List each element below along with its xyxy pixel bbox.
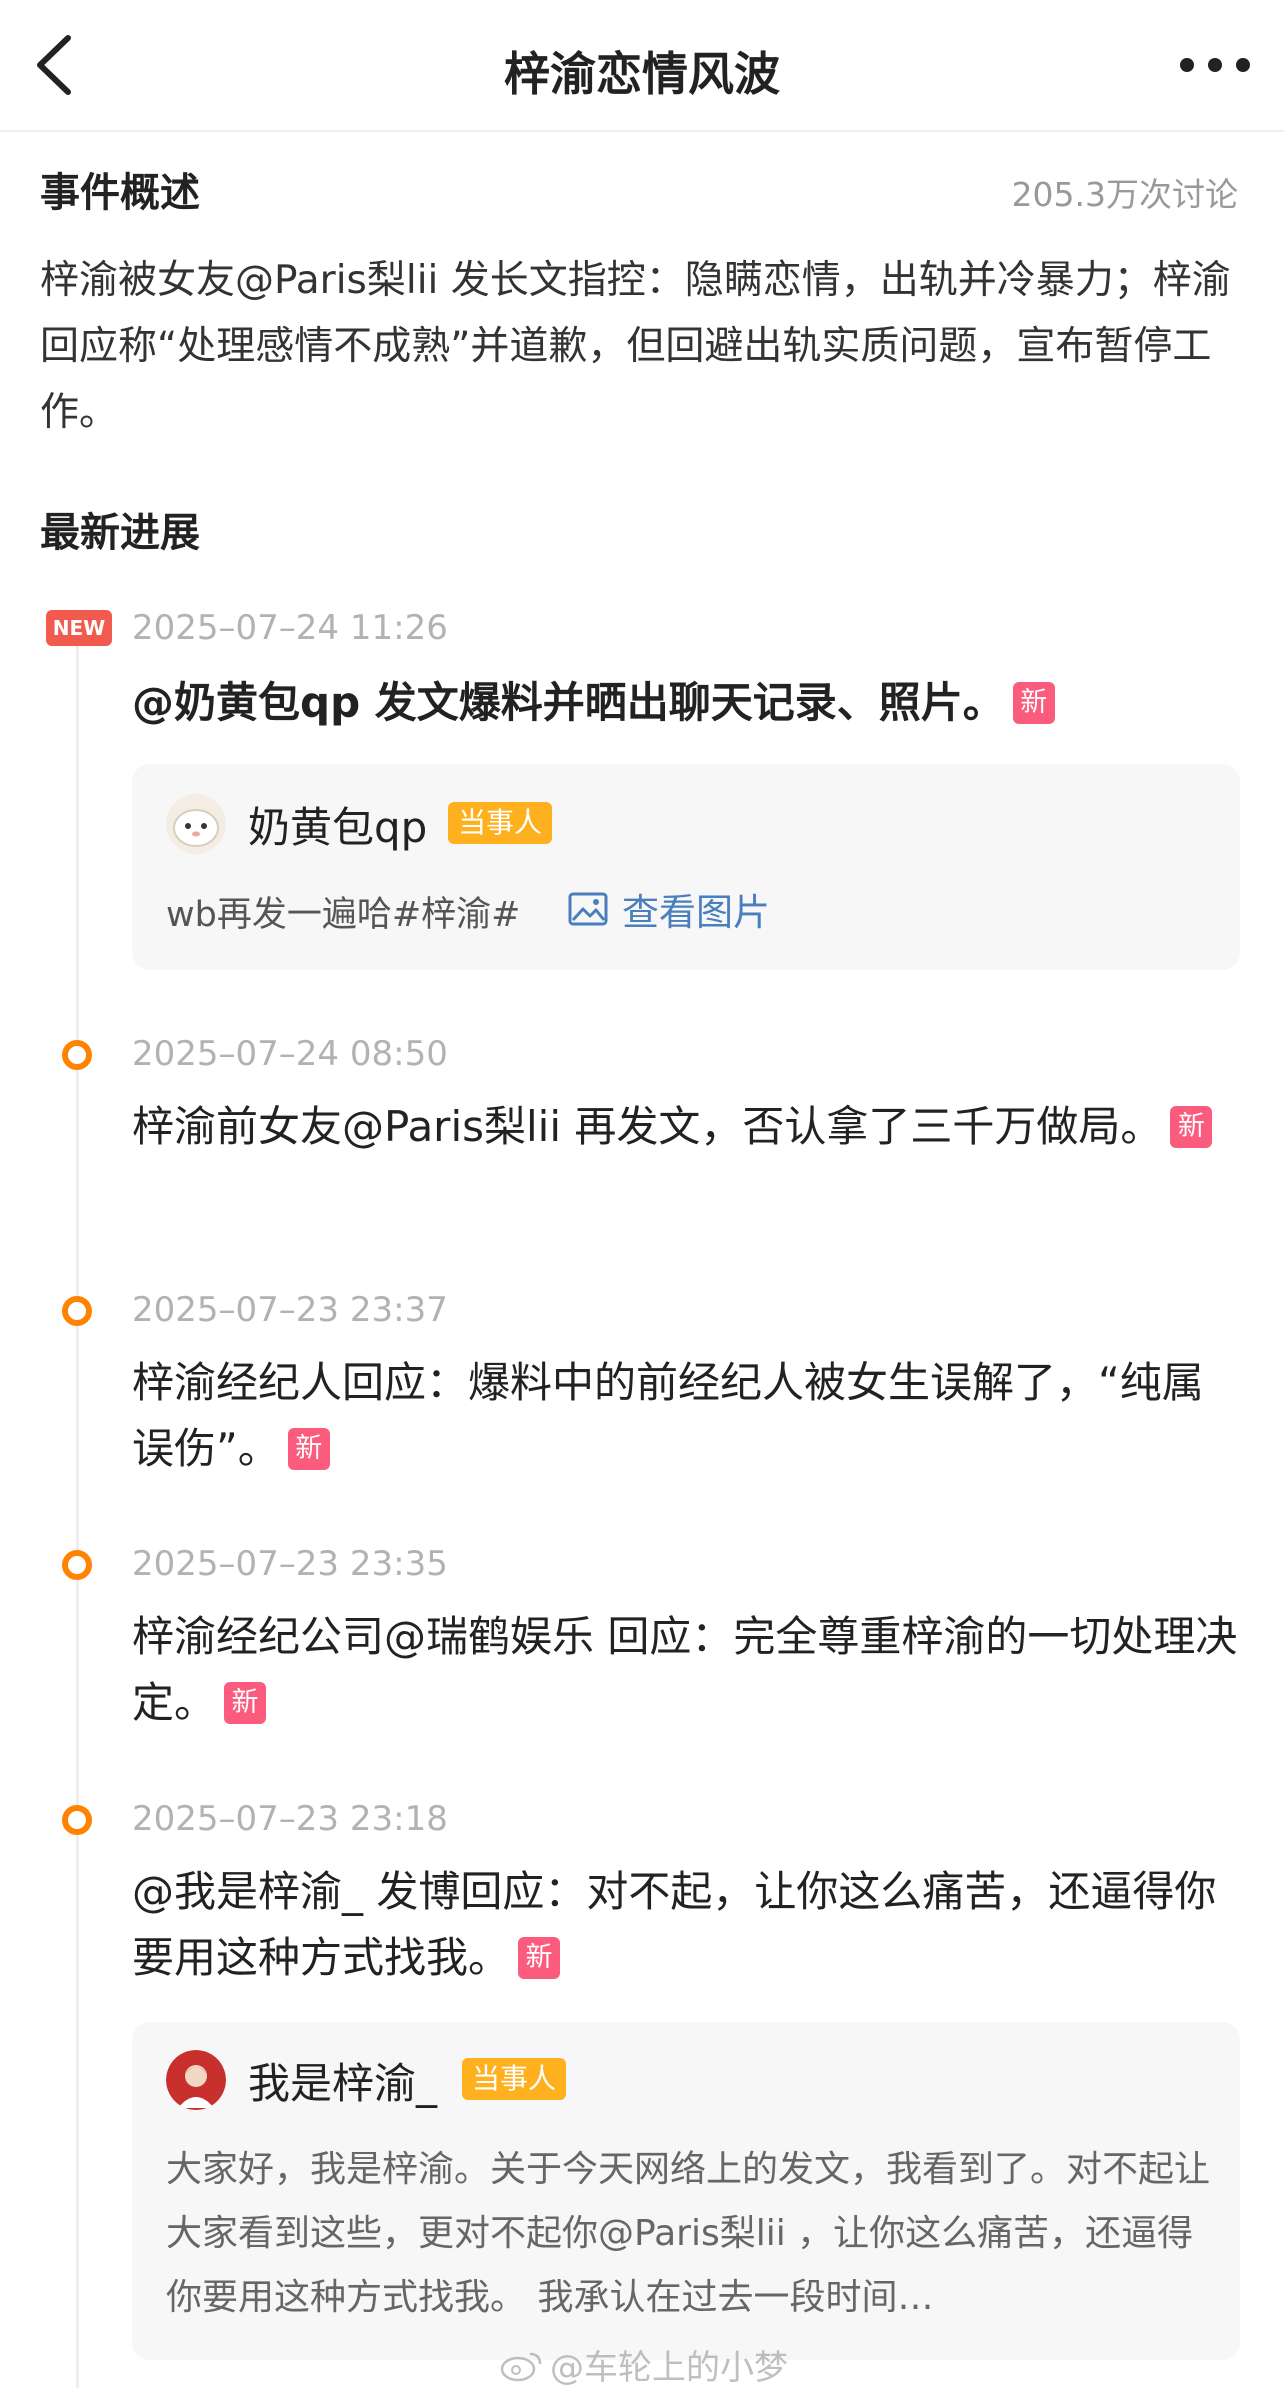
new-tag: 新 (224, 1682, 267, 1724)
entry-text-content: 梓渝前女友@Paris梨lii 再发文，否认拿了三千万做局。 (132, 1102, 1163, 1151)
more-icon[interactable] (1180, 52, 1250, 78)
timeline-line (76, 640, 79, 2388)
summary-text: 梓渝被女友@Paris梨lii 发长文指控：隐瞒恋情，出轨并冷暴力；梓渝回应称“… (40, 258, 1231, 435)
nav-bar: 梓渝恋情风波 (0, 0, 1284, 132)
new-tag: 新 (518, 1937, 561, 1979)
entry-text[interactable]: @我是梓渝_ 发博回应：对不起，让你这么痛苦，还逼得你要用这种方式找我。新 (132, 1859, 1242, 1991)
watermark: @车轮上的小梦 (500, 2340, 788, 2388)
entry-text-content: @我是梓渝_ 发博回应：对不起，让你这么痛苦，还逼得你要用这种方式找我。 (132, 1867, 1217, 1982)
entry-timestamp: 2025–07–23 23:18 (132, 1799, 448, 1839)
timeline-dot (62, 1296, 92, 1326)
entry-timestamp: 2025–07–24 08:50 (132, 1034, 448, 1074)
new-tag: 新 (1170, 1106, 1213, 1148)
weibo-card[interactable]: 奶黄包qp 当事人 wb再发一遍哈#梓渝# 查看图片 (132, 764, 1240, 970)
image-icon (568, 892, 608, 926)
card-text[interactable]: 大家好，我是梓渝。关于今天网络上的发文，我看到了。对不起让大家看到这些，更对不起… (166, 2138, 1216, 2330)
entry-text[interactable]: 梓渝经纪公司@瑞鹤娱乐 回应：完全尊重梓渝的一切处理决定。新 (132, 1604, 1242, 1736)
entry-text[interactable]: 梓渝经纪人回应：爆料中的前经纪人被女生误解了，“纯属误伤”。新 (132, 1350, 1242, 1482)
avatar[interactable] (166, 794, 226, 854)
watermark-text: @车轮上的小梦 (550, 2348, 788, 2388)
entry-timestamp: 2025–07–24 11:26 (132, 608, 448, 648)
card-text: wb再发一遍哈#梓渝# (166, 895, 521, 935)
progress-heading: 最新进展 (40, 510, 200, 556)
avatar[interactable] (166, 2050, 226, 2110)
entry-text-content: @奶黄包qp 发文爆料并晒出聊天记录、照片。 (132, 678, 1005, 727)
weibo-logo-icon (500, 2352, 542, 2381)
entry-text[interactable]: 梓渝前女友@Paris梨lii 再发文，否认拿了三千万做局。新 (132, 1094, 1242, 1160)
card-author-name[interactable]: 我是梓渝_ (248, 2050, 437, 2111)
timeline-dot (62, 1805, 92, 1835)
new-tag: 新 (1012, 682, 1055, 724)
timeline-dot (62, 1550, 92, 1580)
page-title: 梓渝恋情风波 (504, 47, 780, 101)
summary-heading: 事件概述 (40, 170, 200, 216)
entry-text[interactable]: @奶黄包qp 发文爆料并晒出聊天记录、照片。新 (132, 670, 1242, 736)
card-author-name[interactable]: 奶黄包qp (248, 794, 427, 855)
entry-timestamp: 2025–07–23 23:37 (132, 1290, 448, 1330)
new-badge: NEW (46, 610, 112, 646)
entry-text-content: 梓渝经纪公司@瑞鹤娱乐 回应：完全尊重梓渝的一切处理决定。 (132, 1612, 1238, 1727)
timeline-dot (62, 1040, 92, 1070)
role-tag: 当事人 (462, 2058, 567, 2100)
role-tag: 当事人 (448, 802, 553, 844)
new-tag: 新 (287, 1428, 330, 1470)
entry-timestamp: 2025–07–23 23:35 (132, 1544, 448, 1584)
view-image-label: 查看图片 (622, 891, 770, 934)
discussion-count: 205.3万次讨论 (1011, 175, 1238, 214)
weibo-card[interactable]: 我是梓渝_ 当事人 大家好，我是梓渝。关于今天网络上的发文，我看到了。对不起让大… (132, 2022, 1240, 2360)
view-image-link[interactable]: 查看图片 (568, 882, 770, 936)
